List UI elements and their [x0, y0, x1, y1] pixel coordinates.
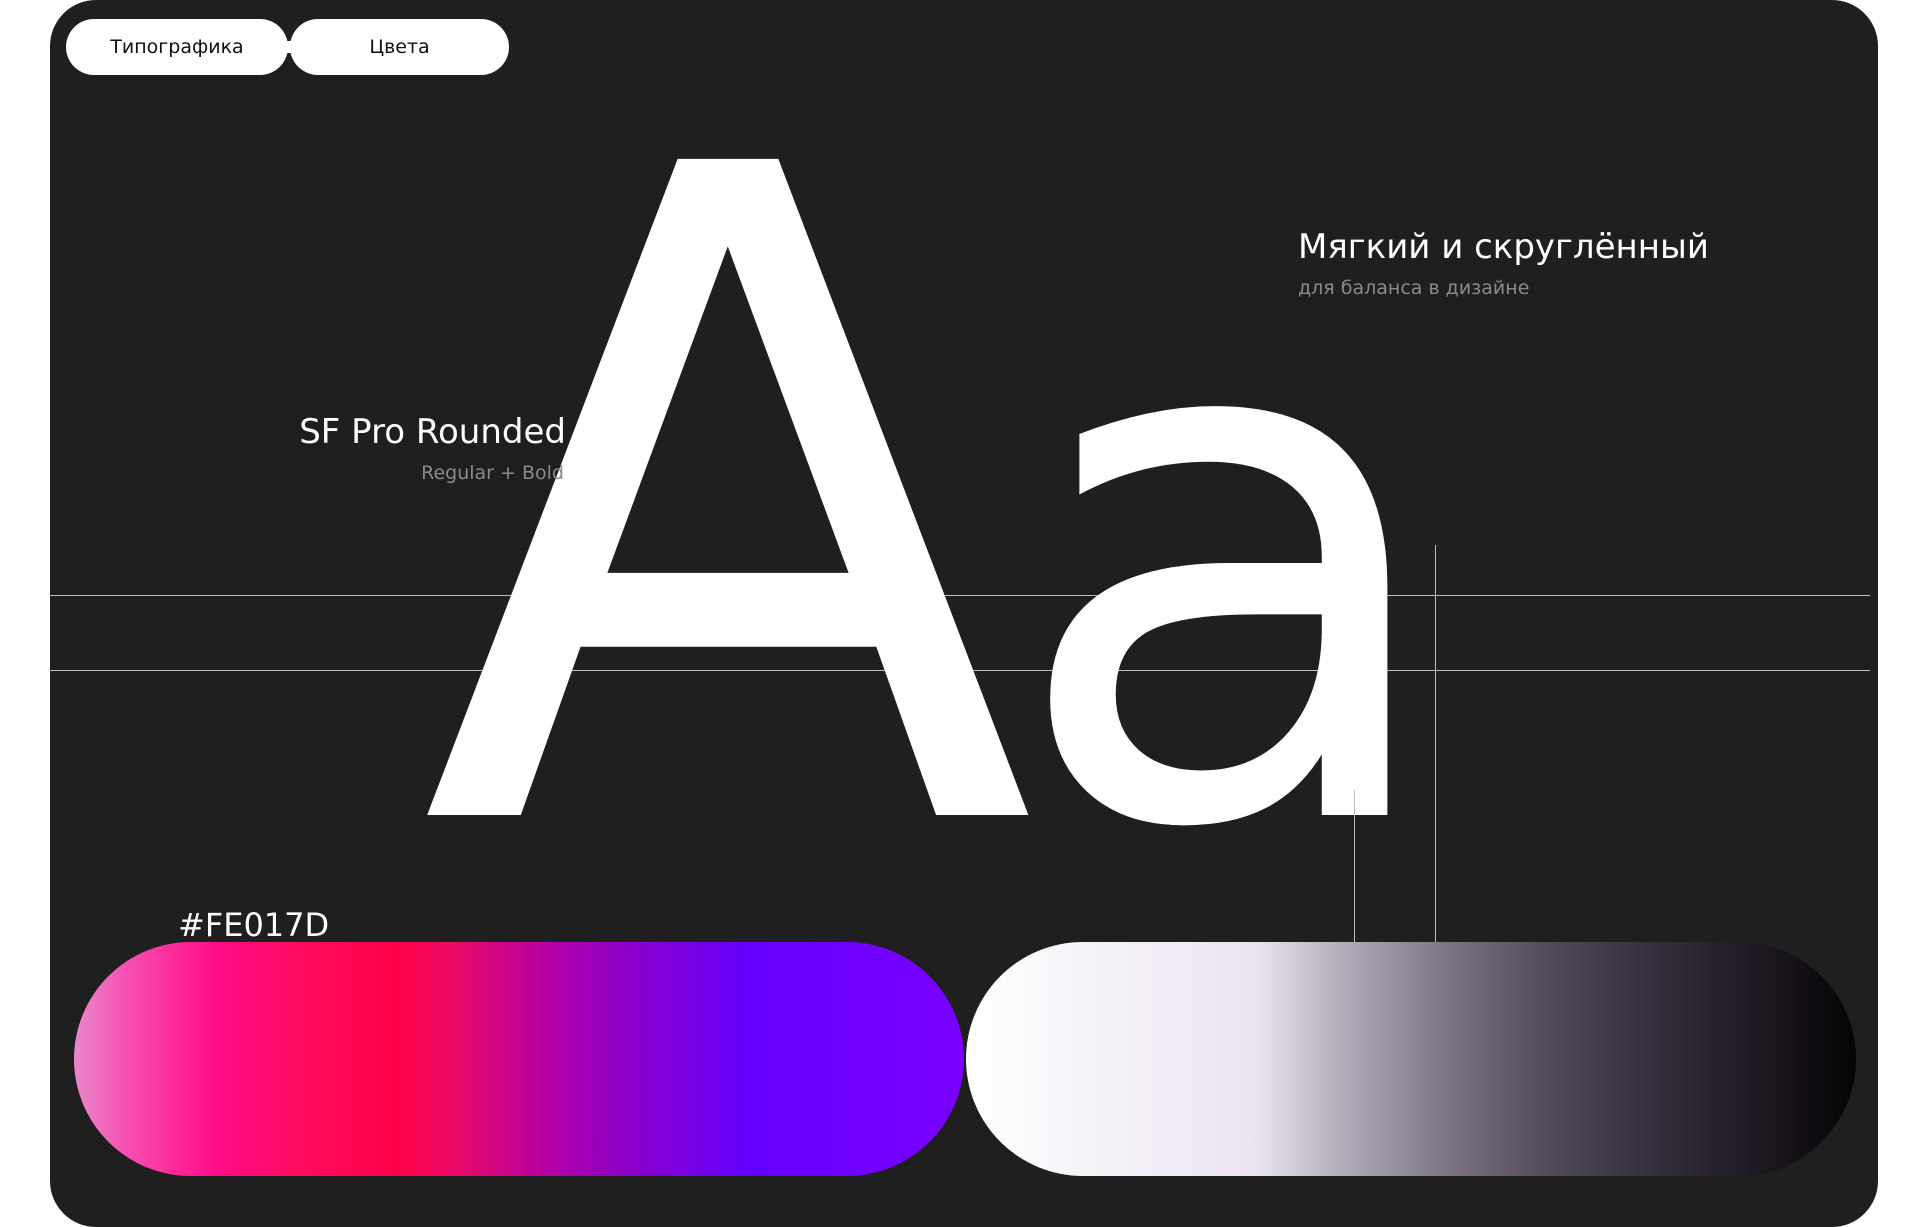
- tagline-title: Мягкий и скруглённый: [1298, 227, 1709, 267]
- tagline-subtitle: для баланса в дизайне: [1298, 277, 1530, 299]
- brand-gradient-swatch: [74, 942, 964, 1176]
- stem-guide-right: [1435, 545, 1436, 942]
- specimen-uppercase-a: A: [420, 0, 1039, 1028]
- typography-canvas: Типографика Цвета A a SF Pro Rounded Reg…: [50, 0, 1878, 1227]
- neutral-gradient-swatch: [966, 942, 1856, 1176]
- primary-color-hex: #FE017D: [178, 906, 330, 944]
- font-weights: Regular + Bold: [421, 462, 564, 484]
- stem-guide-left: [1354, 790, 1355, 942]
- font-family-name: SF Pro Rounded: [299, 412, 566, 452]
